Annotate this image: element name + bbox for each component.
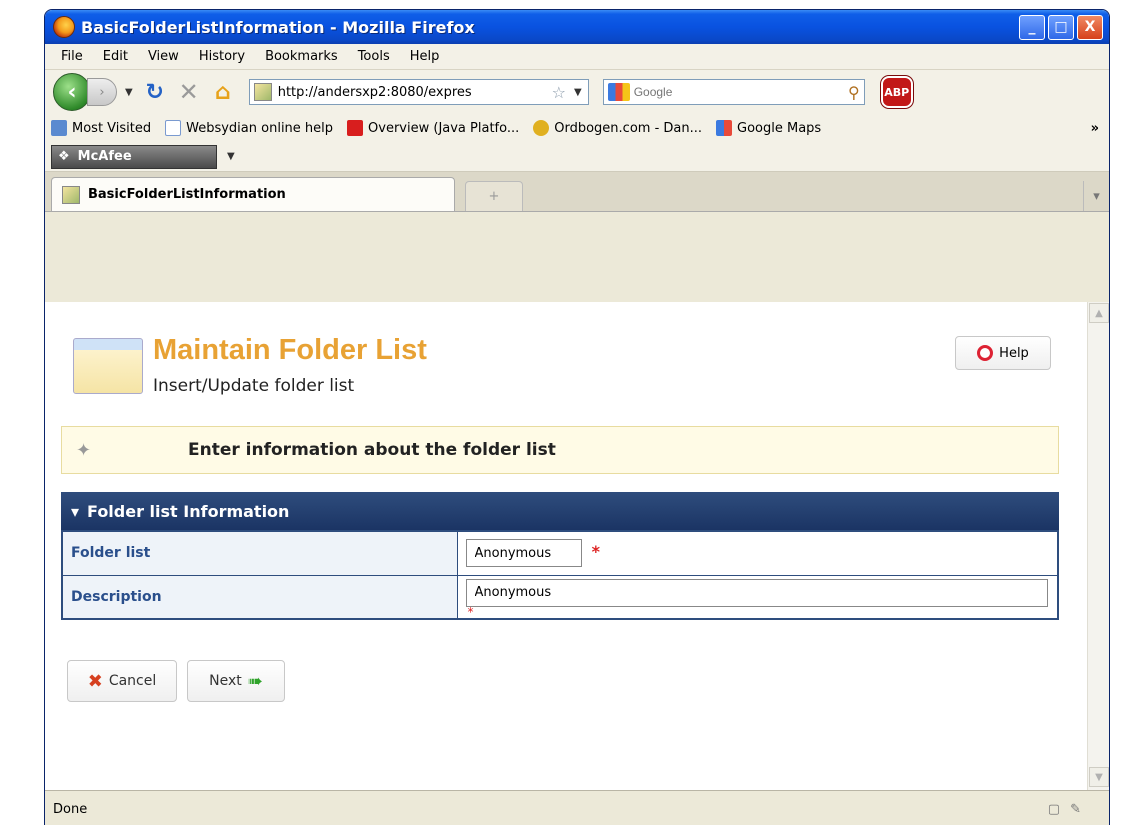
search-icon[interactable]: ⚲ bbox=[848, 83, 860, 102]
home-icon[interactable]: ⌂ bbox=[209, 78, 237, 106]
folder-list-label: Folder list bbox=[61, 530, 458, 576]
google-engine-icon[interactable] bbox=[607, 83, 630, 101]
menu-edit[interactable]: Edit bbox=[93, 49, 138, 64]
collapse-triangle-icon[interactable]: ▾ bbox=[71, 502, 79, 521]
page-content: Maintain Folder List Insert/Update folde… bbox=[45, 302, 1087, 790]
stop-icon[interactable]: ✕ bbox=[175, 78, 203, 106]
scroll-down-icon[interactable]: ▼ bbox=[1089, 767, 1109, 787]
title-bar: BasicFolderListInformation - Mozilla Fir… bbox=[45, 10, 1109, 44]
search-bar: ⚲ bbox=[602, 79, 865, 105]
bookmark-websydian[interactable]: Websydian online help bbox=[165, 120, 333, 136]
page-header-icon bbox=[73, 338, 143, 394]
url-bar[interactable]: http://andersxp2:8080/expres ☆ ▼ bbox=[248, 79, 589, 105]
page-status-icon[interactable]: ▢ bbox=[1048, 802, 1060, 817]
menu-file[interactable]: File bbox=[51, 49, 93, 64]
mcafee-dropdown-icon[interactable]: ▼ bbox=[227, 151, 235, 162]
more-bookmarks-icon[interactable]: » bbox=[1091, 121, 1109, 136]
menu-help[interactable]: Help bbox=[400, 49, 450, 64]
page-subtitle: Insert/Update folder list bbox=[153, 376, 355, 396]
mcafee-toolbar: ❖ McAfee ▼ bbox=[45, 142, 1109, 172]
bookmark-star-icon[interactable]: ☆ bbox=[552, 83, 566, 102]
description-label: Description bbox=[61, 574, 458, 620]
status-bar: Done ▢ ✎ bbox=[45, 790, 1109, 825]
help-button[interactable]: Help bbox=[955, 336, 1051, 370]
tab-list-icon[interactable]: ▾ bbox=[1083, 181, 1109, 211]
page-icon bbox=[165, 120, 182, 136]
reload-icon[interactable]: ↻ bbox=[141, 78, 169, 106]
mcafee-button[interactable]: ❖ McAfee bbox=[51, 144, 217, 169]
tab-basic-folder-list[interactable]: BasicFolderListInformation bbox=[51, 177, 455, 211]
navigation-toolbar: ‹ › ▼ ↻ ✕ ⌂ http://andersxp2:8080/expres… bbox=[45, 70, 1109, 114]
site-favicon-icon bbox=[253, 83, 272, 101]
history-dropdown-icon[interactable]: ▼ bbox=[125, 87, 133, 98]
mcafee-status-icon[interactable]: ✎ bbox=[1070, 802, 1081, 817]
description-cell: * bbox=[456, 574, 1059, 620]
url-text[interactable]: http://andersxp2:8080/expres bbox=[278, 85, 546, 100]
bookmarks-toolbar: Most Visited Websydian online help Overv… bbox=[45, 114, 1109, 142]
menu-tools[interactable]: Tools bbox=[348, 49, 400, 64]
next-arrow-icon: ➠ bbox=[247, 670, 263, 692]
cancel-button[interactable]: ✖ Cancel bbox=[67, 660, 177, 702]
folder-icon bbox=[51, 120, 67, 136]
info-text: Enter information about the folder list bbox=[188, 440, 556, 460]
tab-bar: BasicFolderListInformation + ▾ bbox=[45, 172, 1109, 212]
panel-header[interactable]: ▾ Folder list Information bbox=[61, 492, 1059, 530]
bookmark-most-visited[interactable]: Most Visited bbox=[51, 120, 151, 136]
new-tab-button[interactable]: + bbox=[465, 181, 523, 211]
tab-favicon-icon bbox=[62, 185, 80, 204]
close-button[interactable]: X bbox=[1077, 14, 1103, 40]
form-table: Folder list * Description * bbox=[61, 530, 1059, 620]
lifebuoy-icon bbox=[977, 345, 994, 361]
vertical-scrollbar[interactable]: ▲ ▼ bbox=[1087, 302, 1109, 790]
description-field[interactable] bbox=[465, 578, 1048, 607]
forward-button[interactable]: › bbox=[87, 78, 117, 106]
browser-window: BasicFolderListInformation - Mozilla Fir… bbox=[44, 9, 1110, 825]
mcafee-logo-icon: ❖ bbox=[58, 149, 70, 164]
ordbogen-icon bbox=[533, 120, 550, 136]
info-bar: ✦ Enter information about the folder lis… bbox=[61, 426, 1059, 474]
search-input[interactable] bbox=[633, 85, 844, 99]
maximize-button[interactable]: □ bbox=[1048, 14, 1074, 40]
bookmark-java-overview[interactable]: Overview (Java Platfo... bbox=[347, 120, 519, 136]
menu-history[interactable]: History bbox=[189, 49, 255, 64]
java-icon bbox=[347, 120, 364, 136]
menu-bookmarks[interactable]: Bookmarks bbox=[255, 49, 348, 64]
bookmark-ordbogen[interactable]: Ordbogen.com - Dan... bbox=[533, 120, 702, 136]
wand-icon: ✦ bbox=[76, 439, 92, 461]
next-button[interactable]: Next ➠ bbox=[187, 660, 285, 702]
scroll-up-icon[interactable]: ▲ bbox=[1089, 303, 1109, 323]
required-marker: * bbox=[467, 604, 474, 619]
folder-list-cell: * bbox=[456, 530, 1059, 576]
google-maps-icon bbox=[716, 120, 733, 136]
status-text: Done bbox=[53, 802, 88, 817]
folder-list-panel: ▾ Folder list Information Folder list * … bbox=[61, 492, 1059, 620]
back-button[interactable]: ‹ bbox=[53, 73, 91, 111]
table-row: Description * bbox=[61, 574, 1059, 620]
minimize-button[interactable]: _ bbox=[1019, 14, 1045, 40]
table-row: Folder list * bbox=[61, 530, 1059, 576]
menu-bar: File Edit View History Bookmarks Tools H… bbox=[45, 44, 1109, 70]
adblock-icon[interactable]: ABP bbox=[880, 76, 913, 108]
cancel-x-icon: ✖ bbox=[87, 670, 103, 692]
window-title: BasicFolderListInformation - Mozilla Fir… bbox=[81, 17, 475, 37]
menu-view[interactable]: View bbox=[138, 49, 189, 64]
folder-list-field[interactable] bbox=[465, 539, 582, 568]
bookmark-google-maps[interactable]: Google Maps bbox=[716, 120, 821, 136]
required-marker: * bbox=[591, 541, 601, 561]
url-dropdown-icon[interactable]: ▼ bbox=[574, 87, 582, 98]
page-title: Maintain Folder List bbox=[153, 334, 427, 366]
firefox-logo-icon bbox=[53, 16, 75, 38]
